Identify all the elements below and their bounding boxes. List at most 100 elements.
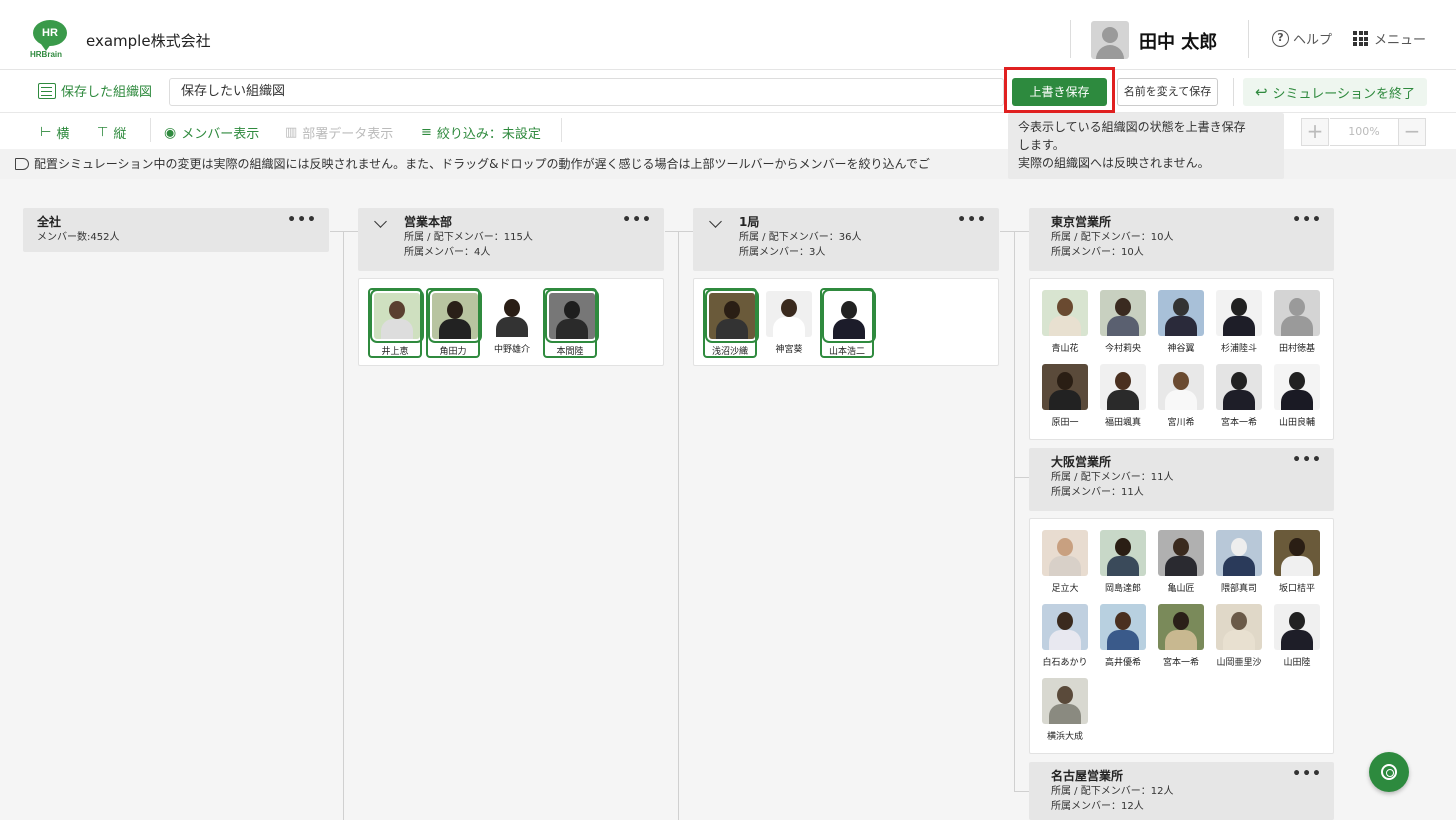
more-icon[interactable]: ••• (622, 212, 652, 228)
member-card[interactable]: 宮本一希 (1154, 601, 1208, 671)
megaphone-icon (15, 158, 29, 170)
list-icon (38, 82, 56, 99)
node-zensha[interactable]: 全社 メンバー数:452人 ••• (23, 208, 329, 252)
chevron-down-icon[interactable] (709, 215, 722, 228)
horizontal-layout-button[interactable]: ⊢ 横 (40, 123, 69, 142)
saved-charts-label: 保存した組織図 (61, 85, 153, 100)
divider (1233, 78, 1234, 106)
help-icon: ? (1272, 30, 1289, 47)
horizontal-label: 横 (56, 127, 70, 142)
member-card[interactable]: 井上恵 (368, 288, 424, 358)
member-card[interactable]: 横浜大成 (1038, 675, 1092, 745)
more-icon[interactable]: ••• (957, 212, 987, 228)
filter-label: 絞り込み：未設定 (436, 127, 541, 142)
connector (665, 231, 693, 232)
member-card[interactable]: 神宮葵 (762, 288, 816, 358)
member-card[interactable]: 中野雄介 (485, 288, 539, 358)
member-card[interactable]: 本間陸 (543, 288, 599, 358)
member-card[interactable]: 神谷翼 (1154, 287, 1208, 357)
help-button[interactable]: ? ヘルプ (1272, 29, 1332, 48)
horizontal-tree-icon: ⊢ (40, 125, 52, 140)
members-ikkyoku: 浅沼沙織 神宮葵 山本浩二 (693, 278, 999, 366)
members-tokyo: 青山花 今村莉央 神谷翼 杉浦陸斗 田村徳基 原田一 福田颯真 宮川希 宮本一希… (1029, 278, 1334, 440)
member-card[interactable]: 山田陸 (1270, 601, 1324, 671)
show-members-label: メンバー表示 (181, 127, 260, 142)
notice-text: 配置シミュレーション中の変更は実際の組織図には反映されません。また、ドラッグ&ド… (34, 157, 930, 171)
member-card[interactable]: 宮本一希 (1212, 361, 1266, 431)
menu-label: メニュー (1374, 33, 1427, 48)
eye-icon: ◉ (164, 124, 177, 141)
member-card[interactable]: 角田力 (426, 288, 482, 358)
vertical-tree-icon: ⊤ (97, 125, 109, 140)
more-icon[interactable]: ••• (1292, 452, 1322, 468)
member-card[interactable]: 岡島達郎 (1096, 527, 1150, 597)
members-eigyo: 井上恵 角田力 中野雄介 本間陸 (358, 278, 664, 366)
help-label: ヘルプ (1293, 33, 1333, 48)
save-as-button[interactable]: 名前を変えて保存 (1117, 78, 1218, 106)
vertical-layout-button[interactable]: ⊤ 縦 (97, 123, 126, 142)
chart-name-input[interactable]: 保存したい組織図 (169, 78, 1004, 106)
connector (1014, 791, 1029, 792)
support-fab-button[interactable] (1369, 752, 1409, 792)
node-osaka[interactable]: 大阪営業所 所属 / 配下メンバー：11人 所属メンバー：11人 ••• (1029, 448, 1334, 511)
member-card[interactable]: 坂口桔平 (1270, 527, 1324, 597)
end-simulation-label: シミュレーションを終了 (1272, 86, 1416, 102)
user-avatar[interactable] (1091, 21, 1129, 59)
zoom-level: 100% (1330, 118, 1398, 146)
divider (1248, 20, 1249, 58)
vertical-label: 縦 (113, 127, 127, 142)
divider (561, 118, 562, 142)
connector (1014, 231, 1015, 791)
connector (330, 231, 358, 232)
member-card[interactable]: 山田良輔 (1270, 361, 1324, 431)
saved-charts-button[interactable]: 保存した組織図 (38, 81, 152, 100)
return-icon: ↩ (1254, 83, 1268, 101)
filter-button[interactable]: ≡ 絞り込み：未設定 (421, 123, 541, 142)
member-card[interactable]: 青山花 (1038, 287, 1092, 357)
connector (678, 231, 679, 820)
member-card[interactable]: 今村莉央 (1096, 287, 1150, 357)
app-header: HR HRBrain example株式会社 田中 太郎 ? ヘルプ メニュー (0, 0, 1456, 70)
connector (1014, 477, 1029, 478)
divider (1070, 20, 1071, 58)
menu-button[interactable]: メニュー (1353, 29, 1426, 48)
user-name[interactable]: 田中 太郎 (1139, 28, 1217, 54)
save-toolbar: 保存した組織図 保存したい組織図 (0, 71, 1456, 113)
zoom-out-button[interactable]: − (1398, 118, 1426, 146)
connector (343, 231, 344, 820)
show-members-button[interactable]: ◉ メンバー表示 (164, 123, 260, 143)
overwrite-save-button[interactable]: 上書き保存 (1012, 78, 1107, 106)
member-card[interactable]: 足立大 (1038, 527, 1092, 597)
chevron-down-icon[interactable] (374, 215, 387, 228)
member-card[interactable]: 高井優希 (1096, 601, 1150, 671)
node-eigyo-honbu[interactable]: 営業本部 所属 / 配下メンバー：115人 所属メンバー：4人 ••• (358, 208, 664, 271)
node-ikkyoku[interactable]: 1局 所属 / 配下メンバー：36人 所属メンバー：3人 ••• (693, 208, 999, 271)
member-card[interactable]: 白石あかり (1038, 601, 1092, 671)
hrbrain-logo[interactable]: HR HRBrain (30, 20, 72, 62)
zoom-in-button[interactable]: + (1301, 118, 1329, 146)
end-simulation-button[interactable]: ↩ シミュレーションを終了 (1243, 78, 1427, 106)
member-card[interactable]: 宮川希 (1154, 361, 1208, 431)
building-icon: ▥ (285, 125, 298, 140)
member-card[interactable]: 原田一 (1038, 361, 1092, 431)
member-card[interactable]: 福田颯真 (1096, 361, 1150, 431)
member-card[interactable]: 浅沼沙織 (703, 288, 759, 358)
more-icon[interactable]: ••• (1292, 212, 1322, 228)
filter-icon: ≡ (421, 125, 432, 140)
member-card[interactable]: 隈部真司 (1212, 527, 1266, 597)
grid-menu-icon (1353, 31, 1368, 46)
member-card[interactable]: 杉浦陸斗 (1212, 287, 1266, 357)
node-tokyo[interactable]: 東京営業所 所属 / 配下メンバー：10人 所属メンバー：10人 ••• (1029, 208, 1334, 271)
company-name: example株式会社 (86, 32, 211, 50)
members-osaka: 足立大 岡島達郎 亀山匠 隈部真司 坂口桔平 白石あかり 高井優希 宮本一希 山… (1029, 518, 1334, 754)
member-card[interactable]: 田村徳基 (1270, 287, 1324, 357)
node-nagoya[interactable]: 名古屋営業所 所属 / 配下メンバー：12人 所属メンバー：12人 ••• (1029, 762, 1334, 820)
member-card[interactable]: 山本浩二 (820, 288, 876, 358)
lifebuoy-icon (1381, 764, 1397, 780)
member-card[interactable]: 亀山匠 (1154, 527, 1208, 597)
dept-data-label: 部署データ表示 (302, 127, 394, 142)
more-icon[interactable]: ••• (287, 212, 317, 228)
more-icon[interactable]: ••• (1292, 766, 1322, 782)
member-card[interactable]: 山岡亜里沙 (1212, 601, 1266, 671)
dept-data-button[interactable]: ▥ 部署データ表示 (285, 123, 393, 142)
